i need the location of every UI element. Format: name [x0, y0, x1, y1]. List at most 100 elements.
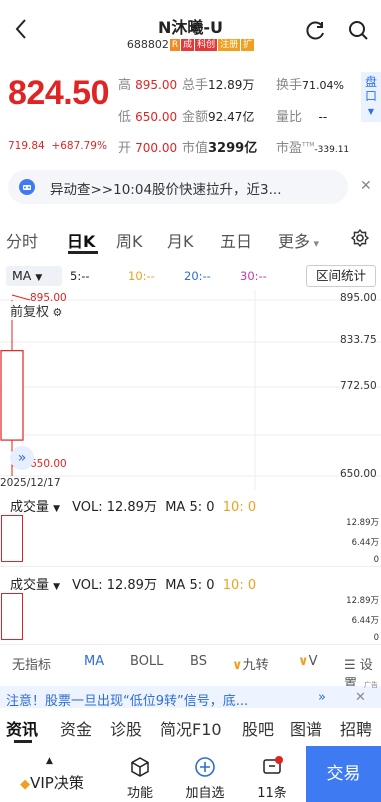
close-icon[interactable]: ✕ — [355, 690, 366, 705]
ma5-value: 5:-- — [70, 269, 90, 283]
message-icon — [263, 756, 283, 774]
tab-5[interactable]: 五日 — [220, 228, 252, 252]
info-tab-7[interactable]: 招聘 — [340, 716, 372, 740]
tab-2[interactable]: 日K — [67, 228, 95, 252]
tab-3[interactable]: 周K — [116, 228, 143, 252]
stock-tag: 科创 — [195, 39, 218, 51]
panel-button[interactable]: 盘口 ▼ — [361, 72, 381, 122]
gear-icon[interactable] — [350, 228, 370, 252]
tab-4[interactable]: 月K — [167, 228, 194, 252]
info-tab-4[interactable]: 简况F10 — [160, 716, 222, 740]
vol-ma5: MA 5: 0 — [165, 578, 215, 593]
info-tab-3[interactable]: 诊股 — [110, 716, 142, 740]
info-tab-2[interactable]: 资金 — [60, 716, 92, 740]
diamond-icon: ◆ — [20, 777, 31, 792]
news-banner[interactable]: 异动查>>10:04股价快速拉升，近3... — [8, 170, 348, 204]
tab-6[interactable]: 更多 ▾ — [278, 228, 319, 252]
divider — [0, 566, 381, 567]
expand-icon[interactable]: » — [10, 446, 34, 470]
current-price: 824.50 — [8, 74, 110, 112]
info-tab-5[interactable]: 股吧 — [242, 716, 274, 740]
stock-tag: 注册 — [218, 39, 241, 51]
volume-axis-label: 12.89万 — [346, 596, 379, 606]
ad-label: 广告 — [364, 681, 378, 689]
indicator-4[interactable]: BS — [190, 654, 207, 669]
volume-axis-label: 0 — [373, 555, 379, 565]
chevron-right-icon[interactable]: » — [318, 690, 326, 705]
vol-value: VOL: 12.89万 — [72, 500, 157, 515]
volume-select[interactable]: 成交量 ▼ — [6, 496, 64, 515]
v-icon: ∨ — [298, 654, 309, 669]
quote-open: 开 700.00 — [118, 141, 178, 156]
cube-icon — [131, 757, 149, 777]
robot-icon — [18, 178, 36, 200]
volume-axis-label: 6.44万 — [351, 616, 379, 626]
vol-ma10: 10: 0 — [222, 578, 257, 593]
volume-bar — [1, 515, 23, 562]
stock-tag: R — [169, 39, 181, 51]
stock-code: 688802 — [126, 38, 169, 51]
y-tick-label: 650.00 — [340, 468, 377, 480]
stock-detail-screen: N沐曦-U 688802 R 成科创 注册扩 824.50 719.84 +687.7… — [0, 0, 381, 802]
indicator-6[interactable]: ∨V — [298, 654, 317, 669]
volume-select[interactable]: 成交量 ▼ — [6, 574, 64, 593]
volume-bar — [1, 593, 23, 640]
info-tab-1[interactable]: 资讯 — [6, 716, 38, 740]
y-tick-label: 772.50 — [340, 380, 377, 392]
volume-axis-label: 0 — [373, 633, 379, 643]
y-tick-label: 895.00 — [340, 292, 377, 304]
tab-1[interactable]: 分时 — [6, 228, 38, 252]
vol-ma5: MA 5: 0 — [165, 500, 215, 515]
info-tab-underline — [14, 740, 32, 743]
gear-icon: ⚙ — [49, 306, 63, 319]
y-tick-label: 833.75 — [340, 334, 377, 346]
warning-text: 注意！股票一旦出现“低位9转”信号，底... — [6, 694, 249, 709]
quote-mktcap: 市值3299亿 — [182, 141, 258, 156]
volume-header: 成交量 ▼ VOL: 12.89万 MA 5: 0 10: 0 — [6, 496, 256, 515]
price-change: 719.84 +687.79% — [8, 140, 107, 152]
adjust-label[interactable]: 前复权 ⚙ — [10, 301, 63, 320]
divider — [0, 644, 381, 645]
messages-button[interactable]: 11条 — [250, 756, 294, 801]
volume-header: 成交量 ▼ VOL: 12.89万 MA 5: 0 10: 0 — [6, 574, 256, 593]
stock-tag: 扩 — [241, 39, 255, 51]
header: N沐曦-U 688802 R 成科创 注册扩 — [0, 0, 381, 64]
candle-body — [0, 350, 24, 441]
quote-high: 高 895.00 — [118, 78, 178, 93]
menu-icon: ☰ — [344, 658, 360, 673]
refresh-icon[interactable] — [302, 18, 328, 44]
add-watchlist-button[interactable]: 加自选 — [180, 756, 230, 801]
volume-axis-label: 12.89万 — [346, 518, 379, 528]
quote-volume: 总手12.89万 — [182, 78, 255, 93]
trade-button[interactable]: 交易 — [306, 746, 381, 802]
indicator-2[interactable]: MA — [84, 654, 104, 669]
ma-select[interactable]: MA ▼ — [6, 266, 62, 286]
quote-pe: 市盈TTM-339.11 — [276, 141, 350, 156]
vol-value: VOL: 12.89万 — [72, 578, 157, 593]
vip-button[interactable]: ◆VIP决策 — [4, 772, 100, 793]
indicator-1[interactable]: 无指标 — [12, 654, 51, 673]
v-icon: ∨ — [232, 658, 243, 673]
news-text: 异动查>>10:04股价快速拉升，近3... — [50, 182, 282, 198]
chart-date: 2025/12/17 — [0, 477, 61, 489]
tab-underline — [68, 251, 98, 254]
indicator-3[interactable]: BOLL — [130, 654, 163, 669]
chevron-up-icon[interactable]: ▲ — [46, 756, 53, 766]
low-marker: 650.00 — [30, 458, 67, 470]
quote-low: 低 650.00 — [118, 110, 178, 125]
close-icon[interactable]: ✕ — [360, 178, 372, 194]
info-tab-6[interactable]: 图谱 — [290, 716, 322, 740]
vol-ma10: 10: 0 — [222, 500, 257, 515]
ma20-value: 20:-- — [184, 269, 211, 283]
stock-tag: 成 — [181, 39, 195, 51]
quote-ratio: 量比 -- — [276, 110, 328, 125]
volume-axis-label: 6.44万 — [351, 538, 379, 548]
ma30-value: 30:-- — [240, 269, 267, 283]
search-icon[interactable] — [346, 18, 372, 44]
quote-turnover: 换手71.04% — [276, 78, 344, 93]
ma10-value: 10:-- — [128, 269, 155, 283]
function-button[interactable]: 功能 — [118, 756, 162, 801]
plus-circle-icon — [195, 757, 215, 777]
range-stats-button[interactable]: 区间统计 — [306, 265, 376, 287]
indicator-5[interactable]: ∨九转 — [232, 654, 269, 673]
